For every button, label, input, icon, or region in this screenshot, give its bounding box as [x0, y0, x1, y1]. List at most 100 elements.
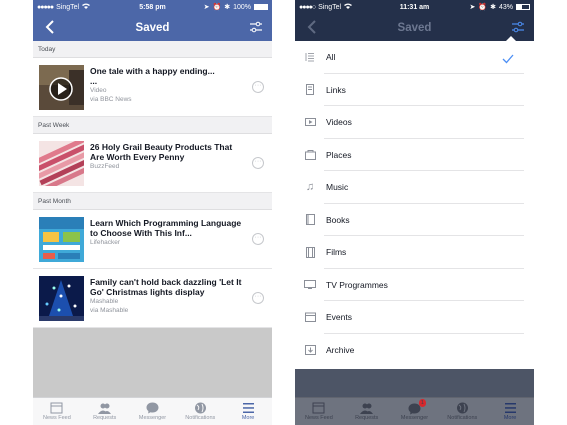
- menu-item-label: Videos: [326, 117, 352, 128]
- page-title: Saved: [397, 21, 432, 34]
- tab-requests[interactable]: Requests: [81, 398, 129, 425]
- tv-icon: [303, 280, 317, 290]
- menu-item-all[interactable]: All: [295, 41, 534, 74]
- saved-item[interactable]: Learn Which Programming Language to Choo…: [33, 210, 272, 269]
- battery-percent: 100%: [233, 3, 251, 11]
- tab-more[interactable]: More: [486, 398, 534, 425]
- tab-label: Notifications: [447, 415, 478, 421]
- music-icon: ♫: [305, 181, 315, 194]
- requests-icon: [98, 403, 112, 414]
- item-via: via Mashable: [90, 307, 129, 314]
- saved-item[interactable]: Family can't hold back dazzling 'Let It …: [33, 269, 272, 328]
- tab-label: Requests: [93, 415, 117, 421]
- menu-item-tv-programmes[interactable]: TV Programmes: [295, 269, 534, 301]
- saved-screen-left: ●●●●● SingTel 5:58 pm ➤ ⏰ ✱ 100% Saved T…: [33, 0, 272, 425]
- item-options-icon[interactable]: ···: [252, 81, 264, 93]
- filter-icon: [250, 21, 262, 33]
- menu-item-label: Films: [326, 247, 347, 258]
- battery-icon: [516, 4, 530, 10]
- infographic-thumbnail: [39, 217, 84, 262]
- menu-item-films[interactable]: Films: [295, 236, 534, 269]
- location-icon: ➤: [469, 4, 476, 11]
- battery-icon: [254, 4, 268, 10]
- archive-icon: [303, 344, 317, 355]
- tab-notifications[interactable]: Notifications: [176, 398, 224, 425]
- tab-messenger[interactable]: 1 Messenger: [391, 398, 439, 425]
- item-title: One tale with a happy ending...: [90, 66, 215, 76]
- item-source: Lifehacker: [90, 239, 120, 246]
- alarm-icon: ⏰: [212, 4, 222, 11]
- item-options-icon[interactable]: ···: [252, 292, 264, 304]
- saved-list: Today One tale with a happy ending... ..…: [33, 41, 272, 397]
- lights-thumbnail: [39, 276, 84, 321]
- globe-icon: [456, 402, 468, 414]
- menu-item-label: Events: [326, 312, 352, 323]
- page-title: Saved: [135, 21, 170, 34]
- filter-button[interactable]: [510, 19, 526, 35]
- carrier-label: SingTel: [56, 3, 80, 11]
- menu-item-places[interactable]: Places: [295, 139, 534, 171]
- book-icon: [303, 214, 317, 226]
- saved-screen-right: ●●●●○ SingTel 11:31 am ➤ ⏰ ✱ 43% Saved A…: [295, 0, 534, 425]
- back-button[interactable]: [41, 18, 59, 36]
- checkmark-icon: [502, 51, 514, 69]
- menu-item-label: Music: [326, 182, 349, 193]
- menu-item-archive[interactable]: Archive: [295, 334, 534, 367]
- item-options-icon[interactable]: ···: [252, 157, 264, 169]
- tab-more[interactable]: More: [224, 398, 272, 425]
- messenger-icon: [146, 402, 159, 414]
- menu-item-links[interactable]: Links: [295, 74, 534, 106]
- tab-label: Messenger: [400, 415, 429, 421]
- menu-icon: [242, 403, 254, 413]
- tab-label: News Feed: [304, 415, 333, 421]
- chevron-left-icon: [45, 20, 54, 34]
- link-icon: [303, 84, 317, 96]
- section-header-today: Today: [33, 41, 272, 58]
- menu-item-books[interactable]: Books: [295, 204, 534, 236]
- tab-label: More: [241, 415, 255, 421]
- signal-icon: ●●●●●: [37, 3, 54, 11]
- tab-bar: News Feed Requests Messenger Notificatio…: [33, 397, 272, 425]
- tab-messenger[interactable]: Messenger: [129, 398, 177, 425]
- item-title: Learn Which Programming Language to Choo…: [90, 218, 242, 238]
- tab-news-feed[interactable]: News Feed: [295, 398, 343, 425]
- status-bar: ●●●●● SingTel 5:58 pm ➤ ⏰ ✱ 100%: [33, 0, 272, 14]
- tab-notifications[interactable]: Notifications: [438, 398, 486, 425]
- saved-item[interactable]: 26 Holy Grail Beauty Products That Are W…: [33, 134, 272, 193]
- wifi-icon: [82, 3, 91, 11]
- nav-bar: Saved: [295, 14, 534, 41]
- status-bar: ●●●●○ SingTel 11:31 am ➤ ⏰ ✱ 43%: [295, 0, 534, 14]
- beauty-thumbnail: [39, 141, 84, 186]
- location-icon: ➤: [203, 4, 210, 11]
- section-header-past-week: Past Week: [33, 117, 272, 134]
- section-header-past-month: Past Month: [33, 193, 272, 210]
- carrier-label: SingTel: [318, 3, 342, 11]
- filter-button[interactable]: [248, 19, 264, 35]
- tab-requests[interactable]: Requests: [343, 398, 391, 425]
- video-icon: [303, 118, 317, 127]
- signal-icon: ●●●●○: [299, 3, 316, 11]
- battery-percent: 43%: [498, 3, 513, 11]
- menu-item-music[interactable]: ♫ Music: [295, 171, 534, 204]
- menu-item-label: Archive: [326, 344, 355, 355]
- saved-item[interactable]: One tale with a happy ending... ... Vide…: [33, 58, 272, 117]
- tab-label: More: [503, 415, 517, 421]
- video-thumbnail: [39, 65, 84, 110]
- globe-icon: [194, 402, 206, 414]
- menu-item-videos[interactable]: Videos: [295, 106, 534, 139]
- menu-icon: [504, 403, 516, 413]
- tab-bar: News Feed Requests 1 Messenger Notificat…: [295, 397, 534, 425]
- list-icon: [303, 52, 317, 62]
- chevron-left-icon: [307, 20, 316, 34]
- requests-icon: [360, 403, 374, 414]
- tab-news-feed[interactable]: News Feed: [33, 398, 81, 425]
- event-icon: [303, 312, 317, 323]
- item-options-icon[interactable]: ···: [252, 233, 264, 245]
- wifi-icon: [344, 3, 353, 11]
- menu-item-label: Books: [326, 214, 350, 225]
- menu-item-label: TV Programmes: [326, 279, 388, 290]
- back-button[interactable]: [303, 18, 321, 36]
- film-icon: [303, 246, 317, 258]
- menu-item-events[interactable]: Events: [295, 301, 534, 334]
- news-feed-icon: [312, 402, 325, 414]
